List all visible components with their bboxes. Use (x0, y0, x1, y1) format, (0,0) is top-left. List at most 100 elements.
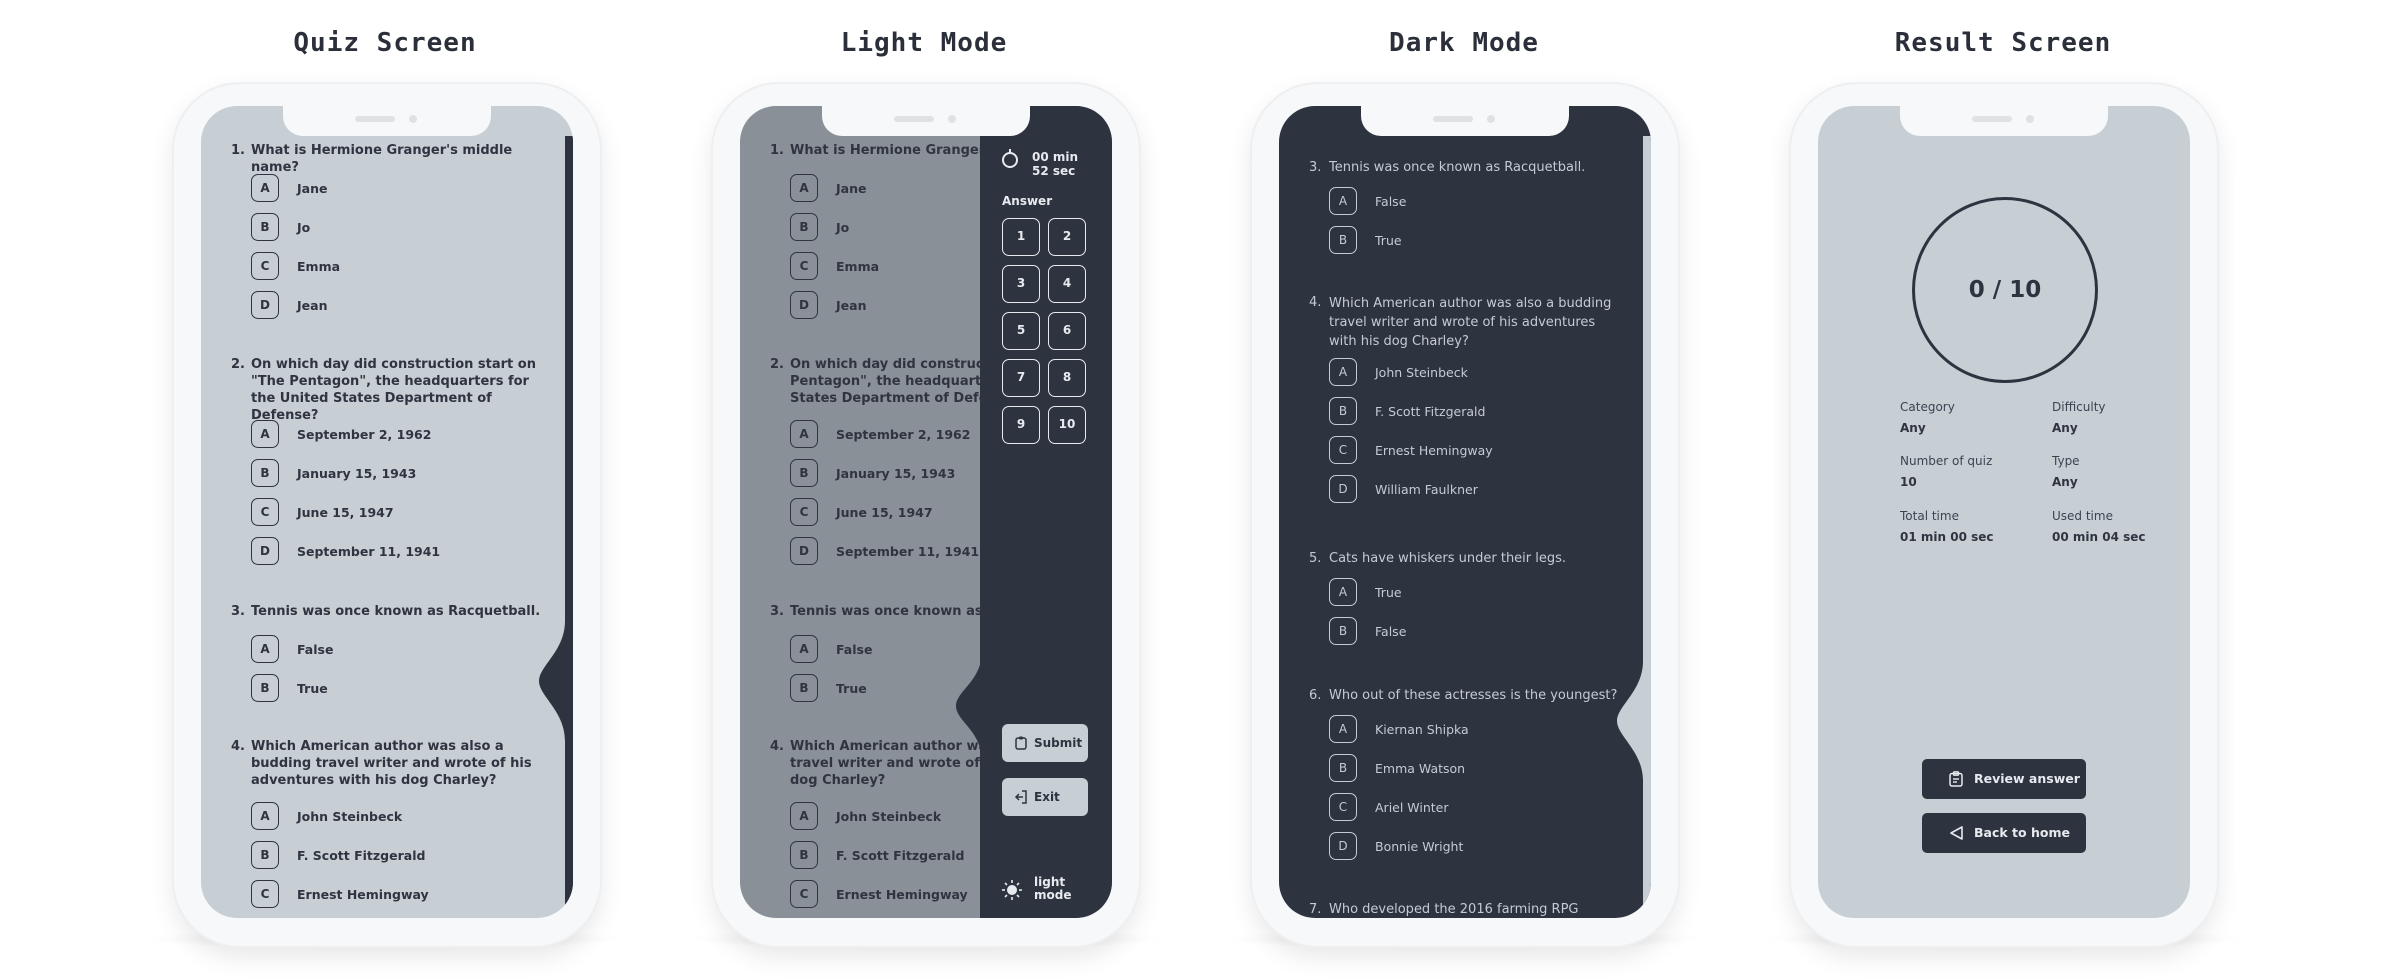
option-d[interactable]: D September 11, 1941 (251, 537, 551, 567)
result-screen: 0 / 10 Category Any Difficulty Any Numbe… (1818, 106, 2190, 918)
question-number: 6. (1309, 688, 1322, 703)
option-c[interactable]: C Ernest Hemingway (251, 880, 551, 910)
option-c[interactable]: C Emma (251, 252, 551, 282)
total-time-value: 01 min 00 sec (1900, 530, 1994, 544)
option-b[interactable]: B F. Scott Fitzgerald (251, 841, 551, 871)
theme-label: light mode (1034, 875, 1072, 902)
option-b[interactable]: B True (1329, 226, 1629, 256)
option-b[interactable]: B Emma Watson (1329, 754, 1629, 784)
question-number: 4. (1309, 295, 1322, 310)
question-nav-1[interactable]: 1 (1002, 218, 1040, 256)
score-text: 0 / 10 (1968, 277, 2042, 303)
difficulty-value: Any (2052, 421, 2078, 435)
option-a[interactable]: A True (1329, 578, 1629, 608)
option-letter: C (251, 498, 279, 526)
question-number: 3. (231, 604, 245, 619)
option-b[interactable]: B True (251, 674, 551, 704)
option-letter: B (251, 841, 279, 869)
option-letter: D (1329, 832, 1357, 860)
drawer-edge[interactable] (1601, 106, 1651, 918)
question-number: 4. (770, 739, 784, 754)
option-a[interactable]: A September 2, 1962 (251, 420, 551, 450)
option-letter: C (1329, 436, 1357, 464)
question-text: Which American author was also a budding… (1329, 296, 1612, 349)
option-text: Ernest Hemingway (836, 887, 968, 902)
option-text: September 11, 1941 (297, 544, 441, 559)
question-nav-5[interactable]: 5 (1002, 312, 1040, 350)
option-b[interactable]: B F. Scott Fitzgerald (1329, 397, 1629, 427)
question-nav-2[interactable]: 2 (1048, 218, 1086, 256)
option-letter: A (1329, 715, 1357, 743)
clipboard-icon (1949, 771, 1963, 787)
option-letter: B (790, 674, 818, 702)
used-time-label: Used time (2052, 509, 2113, 523)
sun-icon (1002, 880, 1022, 900)
option-letter: A (251, 635, 279, 663)
total-time-label: Total time (1900, 509, 1959, 523)
option-d[interactable]: D Jean (251, 291, 551, 321)
question-number: 2. (770, 357, 784, 372)
option-letter: B (790, 459, 818, 487)
exit-button[interactable]: Exit (1002, 778, 1088, 816)
option-c[interactable]: C Ernest Hemingway (1329, 436, 1629, 466)
timer-seconds: 52 sec (1032, 164, 1076, 178)
submit-button[interactable]: Submit (1002, 724, 1088, 762)
phone-light-mode: 1. What is Hermione Granger's mid A Jane … (713, 84, 1139, 946)
option-a[interactable]: A False (251, 635, 551, 665)
question-nav-4[interactable]: 4 (1048, 265, 1086, 303)
option-letter: A (1329, 358, 1357, 386)
option-d[interactable]: D William Faulkner (1329, 475, 1629, 505)
option-letter: B (1329, 617, 1357, 645)
question-nav-9[interactable]: 9 (1002, 406, 1040, 444)
option-c[interactable]: C June 15, 1947 (251, 498, 551, 528)
option-text: Jane (836, 181, 867, 196)
question-nav-7[interactable]: 7 (1002, 359, 1040, 397)
drawer-edge[interactable] (523, 106, 573, 918)
question-number: 3. (1309, 160, 1322, 175)
option-text: Emma Watson (1375, 761, 1466, 776)
option-letter: B (251, 213, 279, 241)
option-b[interactable]: B False (1329, 617, 1629, 647)
panel-tab[interactable] (942, 651, 982, 761)
option-a[interactable]: A John Steinbeck (251, 802, 551, 832)
option-text: September 11, 1941 (836, 544, 980, 559)
option-text: Jean (297, 298, 328, 313)
option-a[interactable]: A John Steinbeck (1329, 358, 1629, 388)
question-text: Who developed the 2016 farming RPG (1329, 902, 1579, 917)
review-answer-button[interactable]: Review answer (1922, 759, 2086, 799)
type-label: Type (2052, 454, 2080, 468)
dark-mode-screen: 3. Tennis was once known as Racquetball.… (1279, 106, 1651, 918)
option-letter: B (1329, 397, 1357, 425)
option-letter: B (251, 459, 279, 487)
question-text: Tennis was once known as Racquetball. (251, 604, 541, 619)
option-text: Jo (836, 220, 850, 235)
question-text: Tennis was once known as Racquetball. (1329, 160, 1586, 175)
question-nav-6[interactable]: 6 (1048, 312, 1086, 350)
question-nav-3[interactable]: 3 (1002, 265, 1040, 303)
question-number: 2. (231, 357, 245, 372)
option-letter: A (1329, 578, 1357, 606)
option-text: F. Scott Fitzgerald (836, 848, 965, 863)
exit-label: Exit (1034, 790, 1060, 804)
option-text: Bonnie Wright (1375, 839, 1464, 854)
option-text: Emma (836, 259, 880, 274)
option-text: Jo (297, 220, 311, 235)
option-letter: C (790, 498, 818, 526)
question-number: 4. (231, 739, 245, 754)
option-b[interactable]: B Jo (251, 213, 551, 243)
question-list: 3. Tennis was once known as Racquetball.… (1279, 106, 1651, 918)
question-nav-10[interactable]: 10 (1048, 406, 1086, 444)
option-text: Emma (297, 259, 341, 274)
option-letter: C (251, 880, 279, 908)
question-nav-8[interactable]: 8 (1048, 359, 1086, 397)
option-letter: A (1329, 187, 1357, 215)
option-a[interactable]: A False (1329, 187, 1629, 217)
review-answer-label: Review answer (1974, 771, 2080, 786)
option-b[interactable]: B January 15, 1943 (251, 459, 551, 489)
option-c[interactable]: C Ariel Winter (1329, 793, 1629, 823)
option-letter: B (251, 674, 279, 702)
back-to-home-button[interactable]: Back to home (1922, 813, 2086, 853)
option-a[interactable]: A Jane (251, 174, 551, 204)
option-d[interactable]: D Bonnie Wright (1329, 832, 1629, 862)
option-a[interactable]: A Kiernan Shipka (1329, 715, 1629, 745)
